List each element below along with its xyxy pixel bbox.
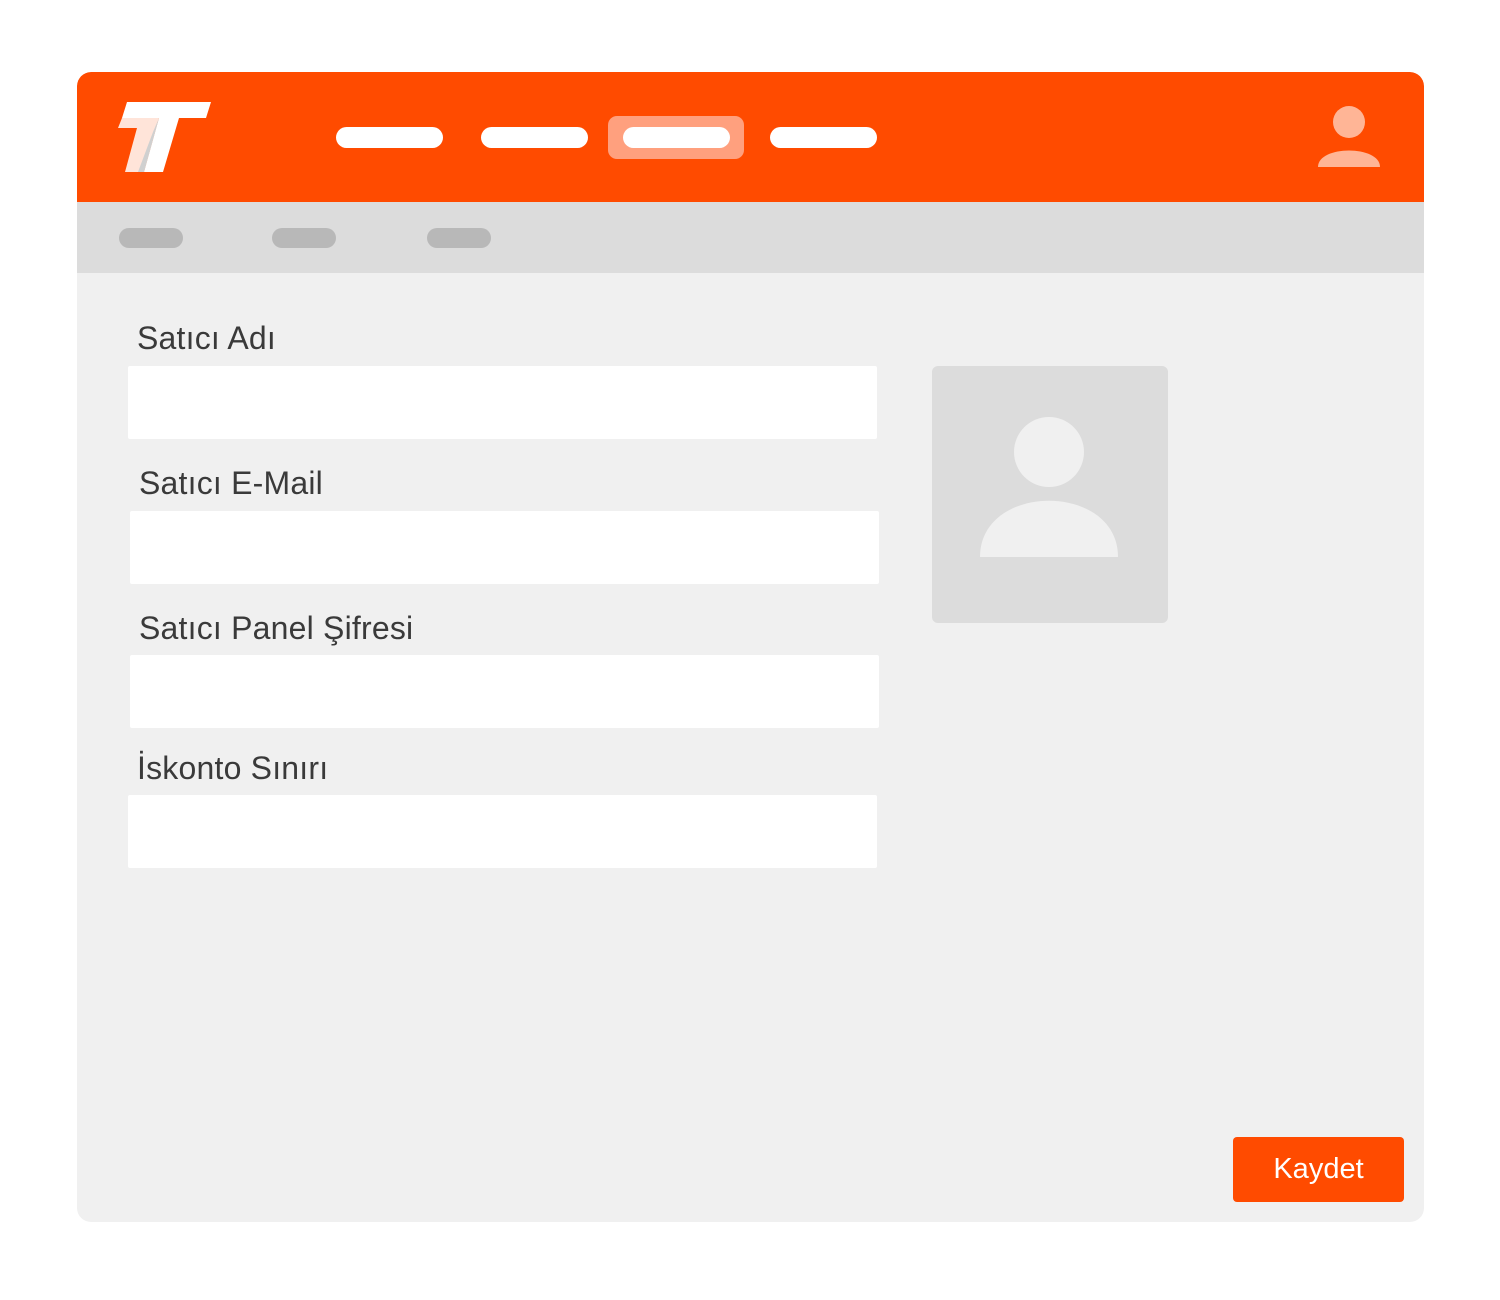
sub-navbar [77, 202, 1424, 273]
seller-panel-password-input[interactable] [130, 655, 879, 728]
nav-item-3[interactable] [623, 127, 730, 148]
seller-name-label: Satıcı Adı [137, 320, 276, 356]
seller-email-label: Satıcı E-Mail [139, 465, 323, 501]
app-window: Satıcı Adı Satıcı E-Mail Satıcı Panel Şi… [77, 72, 1424, 1222]
nav-item-1[interactable] [336, 127, 443, 148]
nav-item-4[interactable] [770, 127, 877, 148]
sub-nav-item-3[interactable] [427, 228, 491, 248]
nav-item-2[interactable] [481, 127, 588, 148]
save-button[interactable]: Kaydet [1233, 1137, 1404, 1202]
seller-name-input[interactable] [128, 366, 877, 439]
sub-nav-item-2[interactable] [272, 228, 336, 248]
tt-logo-icon[interactable] [117, 102, 211, 176]
discount-limit-input[interactable] [128, 795, 877, 868]
top-navbar [77, 72, 1424, 202]
profile-photo-upload[interactable] [932, 366, 1168, 623]
discount-limit-label: İskonto Sınırı [137, 750, 329, 786]
sub-nav-item-1[interactable] [119, 228, 183, 248]
seller-panel-password-label: Satıcı Panel Şifresi [139, 610, 414, 646]
avatar-placeholder-icon [980, 417, 1118, 557]
seller-email-input[interactable] [130, 511, 879, 584]
user-icon[interactable] [1317, 105, 1381, 171]
